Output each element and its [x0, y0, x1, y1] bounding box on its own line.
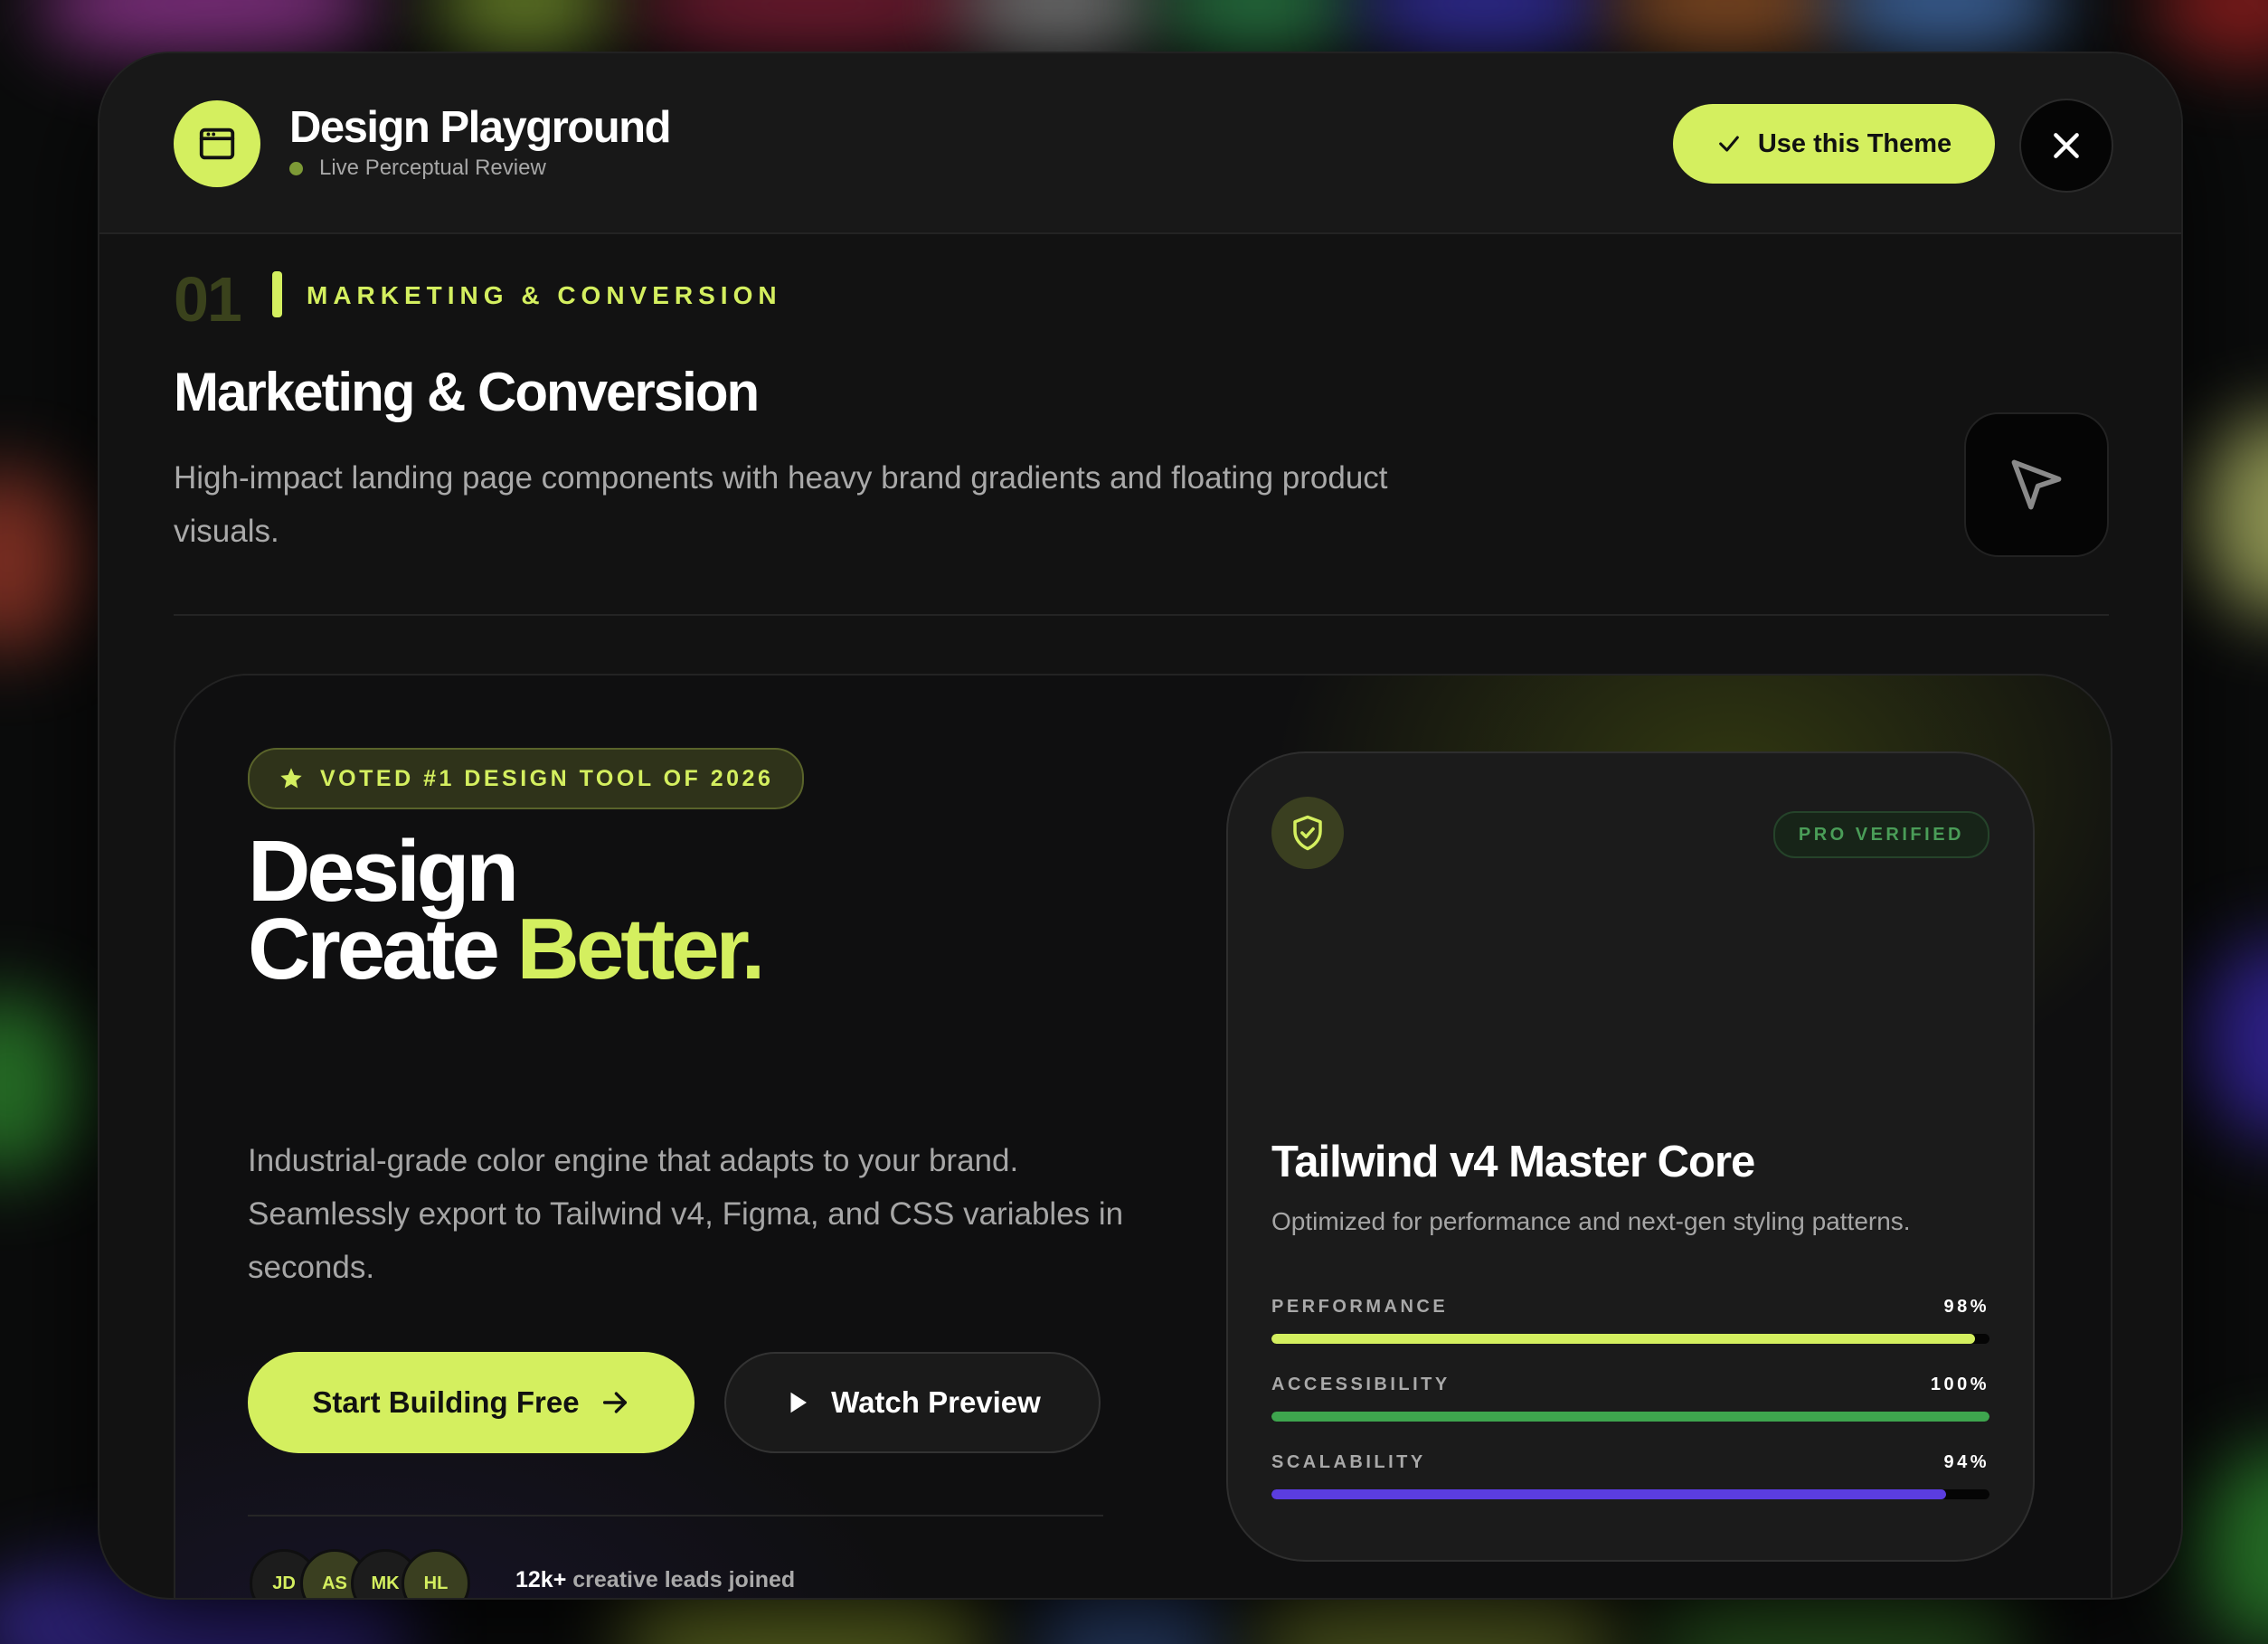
arrow-right-icon	[602, 1392, 627, 1413]
star-icon	[280, 768, 302, 789]
close-icon	[2054, 133, 2079, 158]
status-dot	[289, 161, 303, 175]
start-building-label: Start Building Free	[312, 1385, 580, 1419]
hero-description: Industrial-grade color engine that adapt…	[248, 1143, 1124, 1285]
app-title: Design Playground	[289, 103, 672, 152]
section-title: Marketing & Conversion	[174, 362, 760, 422]
metric-label: SCALABILITY	[1271, 1452, 1426, 1472]
metric-fill	[1271, 1489, 1947, 1499]
metric-value: 94%	[1943, 1452, 1989, 1472]
headline-line-2: Create	[248, 901, 517, 997]
close-button[interactable]	[2019, 99, 2113, 193]
hero-headline: Design Create Better.	[248, 828, 765, 993]
watch-preview-button[interactable]: Watch Preview	[724, 1352, 1101, 1453]
metric-track	[1271, 1412, 1989, 1422]
metric-performance: PERFORMANCE 98%	[1271, 1297, 1989, 1344]
cursor-arrow-icon	[2011, 459, 2062, 510]
watch-preview-label: Watch Preview	[831, 1385, 1041, 1419]
product-card: PRO VERIFIED Tailwind v4 Master Core Opt…	[1226, 751, 2035, 1562]
metric-value: 100%	[1930, 1375, 1989, 1394]
browser-window-icon	[174, 100, 260, 187]
metric-label: ACCESSIBILITY	[1271, 1375, 1451, 1394]
award-badge: VOTED #1 DESIGN TOOL OF 2026	[248, 748, 805, 809]
section-number: 01	[174, 264, 242, 335]
social-proof: 12k+ creative leads joined	[515, 1567, 795, 1593]
hero-preview: VOTED #1 DESIGN TOOL OF 2026 Design Crea…	[174, 674, 2112, 1598]
metric-fill	[1271, 1412, 1989, 1422]
avatar: HL	[402, 1549, 470, 1598]
metric-label: PERFORMANCE	[1271, 1297, 1449, 1317]
play-icon	[790, 1392, 808, 1413]
use-theme-label: Use this Theme	[1757, 128, 1952, 158]
award-badge-text: VOTED #1 DESIGN TOOL OF 2026	[320, 765, 774, 791]
use-theme-button[interactable]: Use this Theme	[1673, 104, 1995, 184]
check-icon	[1718, 136, 1739, 152]
app-subtitle-text: Live Perceptual Review	[319, 156, 546, 180]
metric-track	[1271, 1334, 1989, 1344]
modal-header: Design Playground Live Perceptual Review…	[99, 53, 2181, 234]
metric-value: 98%	[1943, 1297, 1989, 1317]
design-playground-modal: Design Playground Live Perceptual Review…	[98, 52, 2183, 1600]
metric-scalability: SCALABILITY 94%	[1271, 1452, 1989, 1499]
metric-track	[1271, 1489, 1989, 1499]
section-description: High-impact landing page components with…	[174, 460, 1388, 549]
start-building-button[interactable]: Start Building Free	[248, 1352, 695, 1453]
card-description: Optimized for performance and next-gen s…	[1271, 1207, 1911, 1235]
shield-check-icon	[1271, 797, 1344, 869]
section-divider	[174, 614, 2109, 616]
section-tag: MARKETING & CONVERSION	[307, 281, 782, 309]
section-accent-bar	[272, 271, 282, 317]
pro-verified-badge: PRO VERIFIED	[1772, 811, 1989, 858]
card-title: Tailwind v4 Master Core	[1271, 1138, 1755, 1186]
metric-accessibility: ACCESSIBILITY 100%	[1271, 1375, 1989, 1422]
hero-divider	[248, 1515, 1103, 1516]
metric-fill	[1271, 1334, 1976, 1344]
headline-accent: Better.	[516, 901, 766, 997]
section-icon-tile[interactable]	[1964, 412, 2109, 557]
app-subtitle: Live Perceptual Review	[289, 156, 546, 181]
social-proof-text: creative leads joined	[566, 1567, 796, 1592]
social-proof-count: 12k+	[515, 1567, 567, 1592]
